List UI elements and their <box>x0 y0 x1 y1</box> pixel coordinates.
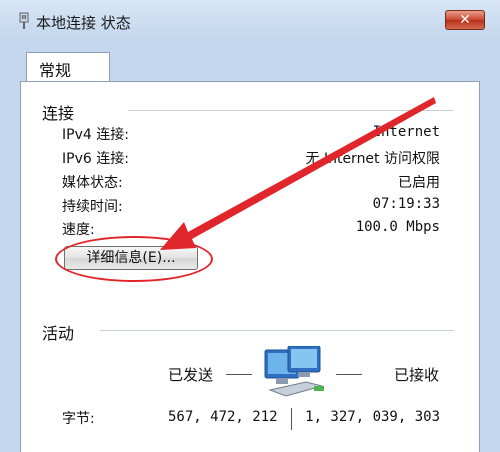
duration-label: 持续时间: <box>62 199 123 215</box>
window-title: 本地连接 状态 <box>36 14 131 32</box>
ipv4-value: Internet <box>372 124 440 140</box>
speed-label: 速度: <box>62 222 95 238</box>
status-dialog: 本地连接 状态 ✕ 常规 连接 IPv4 连接: Internet IPv6 连… <box>0 0 500 452</box>
connection-section-label: 连接 <box>42 104 75 123</box>
duration-value: 07:19:33 <box>372 196 440 212</box>
speed-value: 100.0 Mbps <box>355 219 440 235</box>
bytes-received-value: 1, 327, 039, 303 <box>305 409 440 425</box>
close-button[interactable]: ✕ <box>445 10 485 30</box>
ipv6-label: IPv6 连接: <box>62 151 129 167</box>
tab-general[interactable]: 常规 <box>26 52 110 82</box>
received-label: 已接收 <box>394 366 440 384</box>
activity-divider-vertical <box>291 408 292 430</box>
sent-dash <box>226 374 252 375</box>
highlight-ellipse <box>55 236 213 282</box>
activity-divider <box>100 330 454 331</box>
media-state-label: 媒体状态: <box>62 175 123 191</box>
title-bar[interactable]: 本地连接 状态 ✕ <box>0 0 500 40</box>
ipv4-label: IPv4 连接: <box>62 127 129 143</box>
activity-section-label: 活动 <box>42 324 75 343</box>
sent-label: 已发送 <box>168 366 214 384</box>
bytes-sent-value: 567, 472, 212 <box>168 409 278 425</box>
close-icon: ✕ <box>459 12 471 28</box>
network-adapter-icon <box>19 12 29 29</box>
network-computers-icon <box>264 346 324 397</box>
media-state-value: 已启用 <box>398 175 440 191</box>
bytes-label: 字节: <box>62 411 95 427</box>
connection-divider <box>128 110 454 111</box>
tab-strip: 常规 <box>20 44 480 84</box>
received-dash <box>336 374 362 375</box>
ipv6-value: 无 Internet 访问权限 <box>305 151 441 167</box>
